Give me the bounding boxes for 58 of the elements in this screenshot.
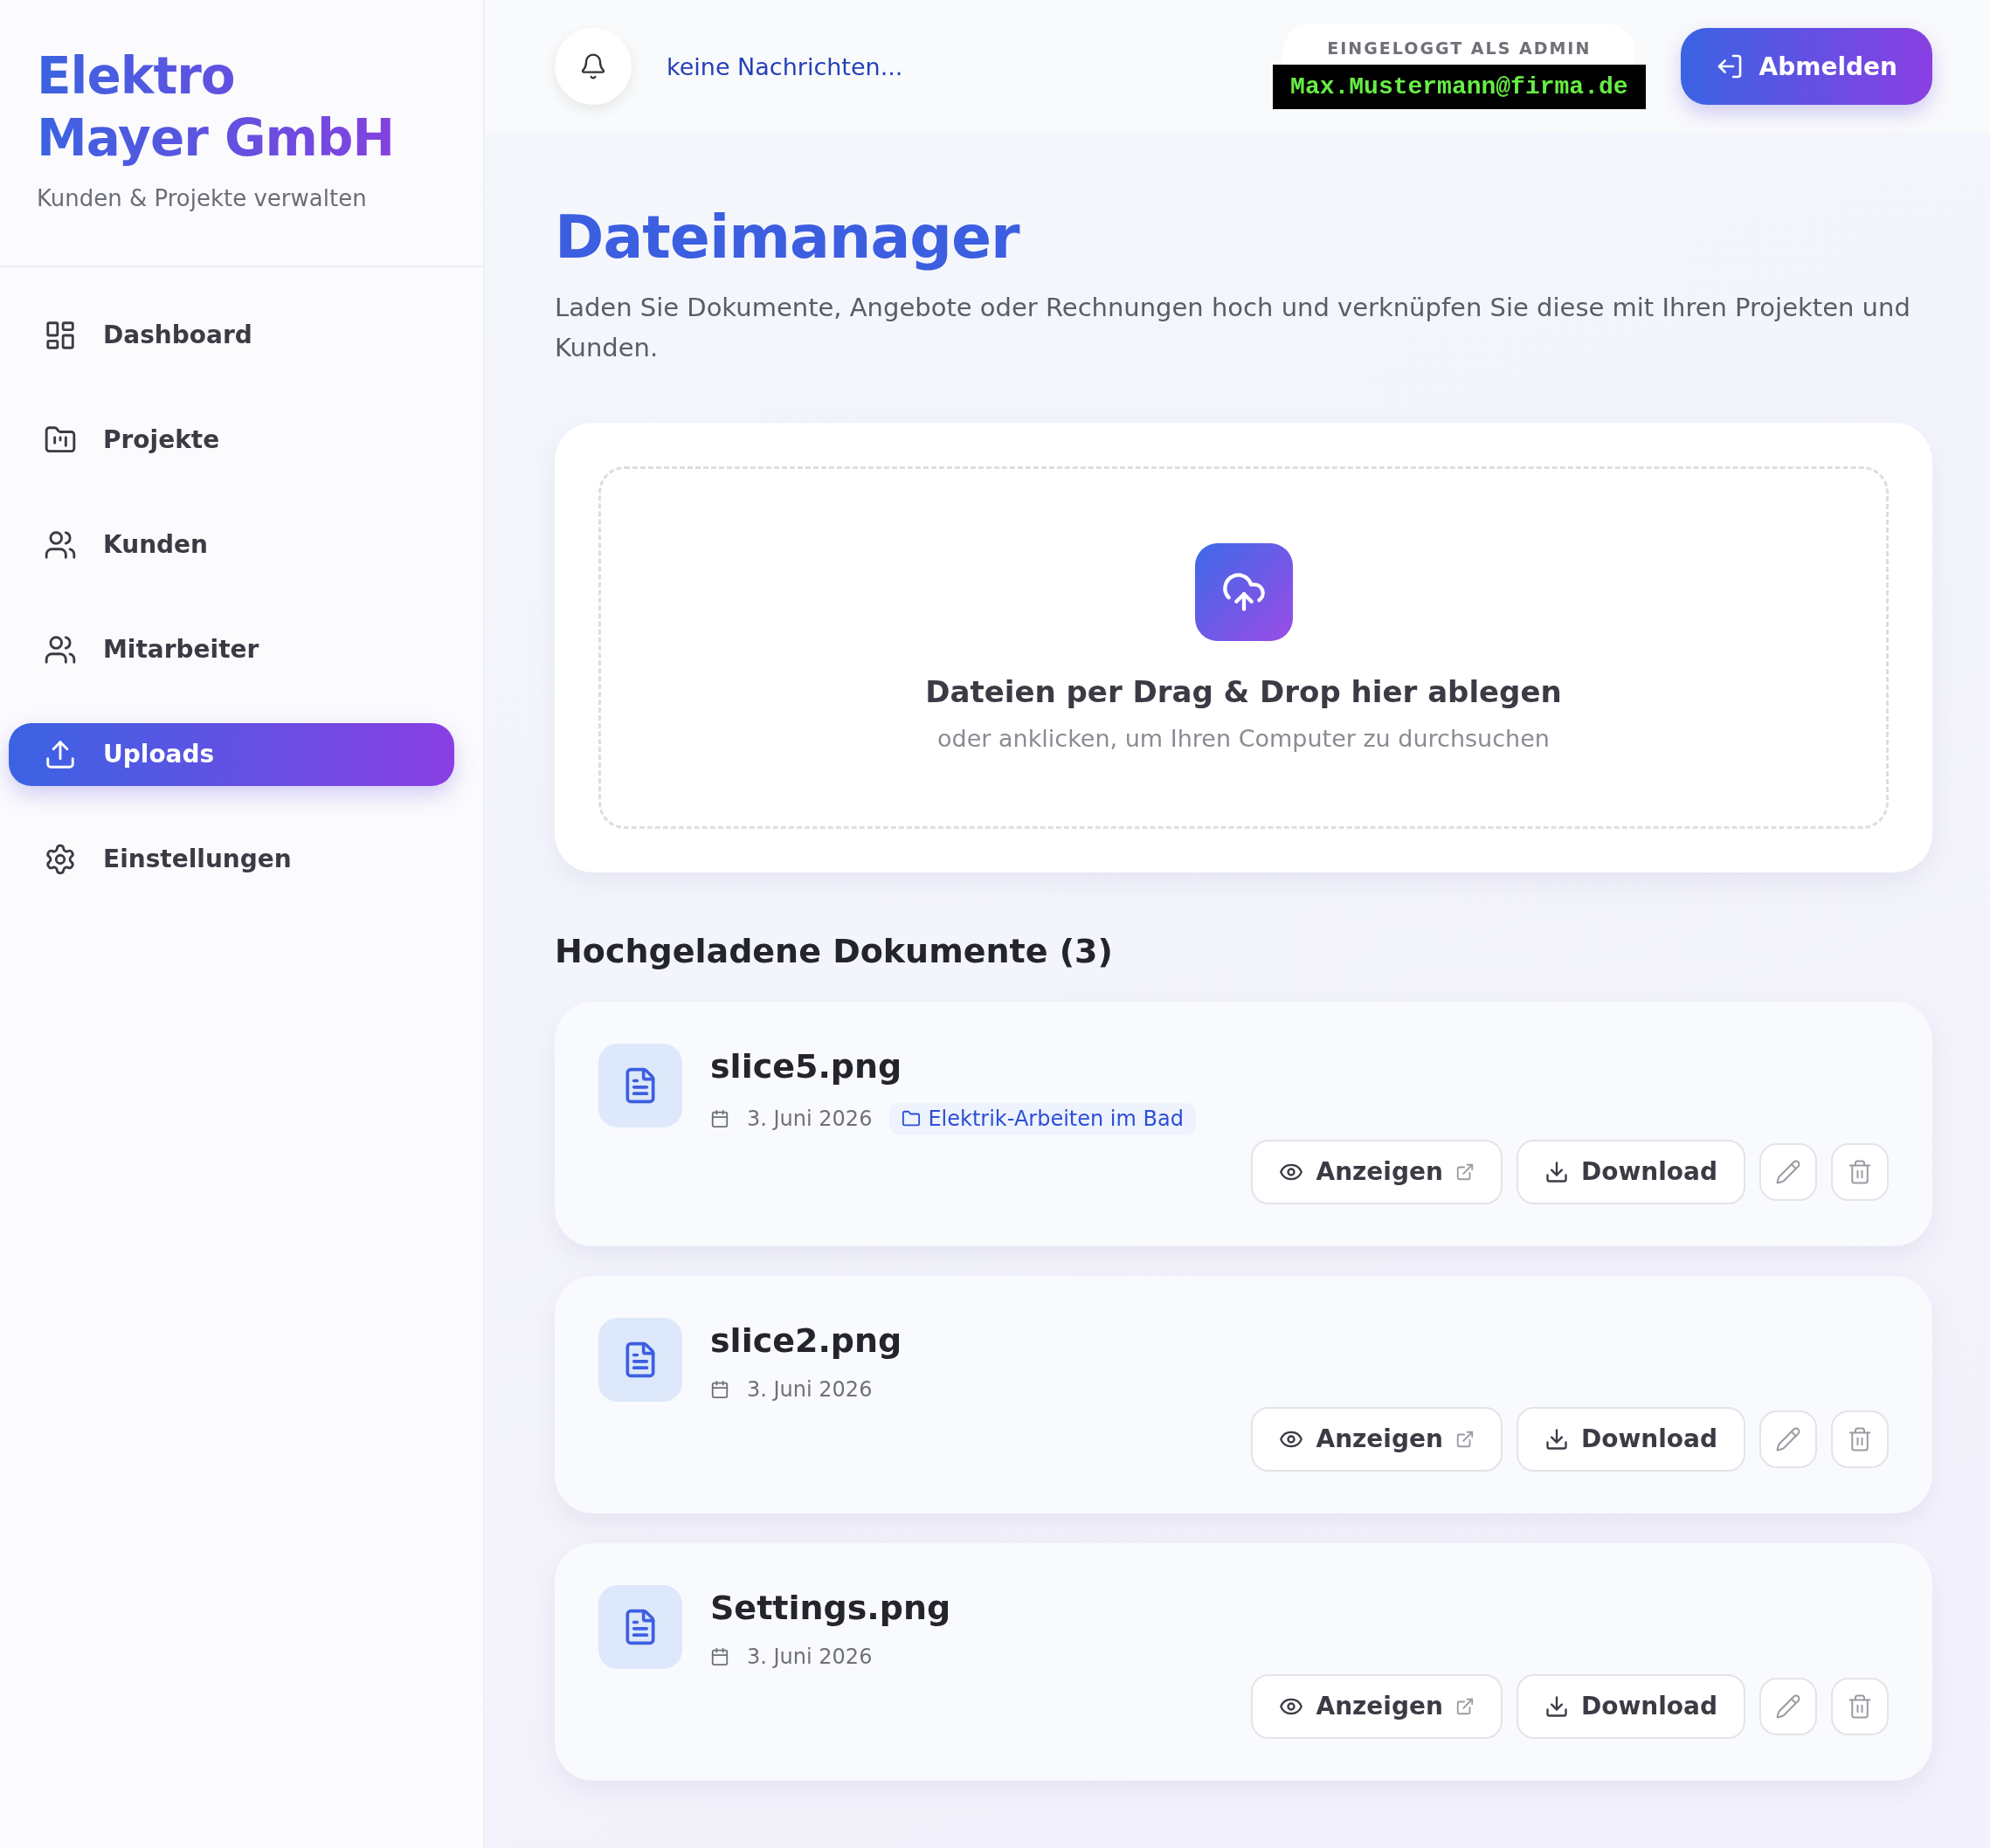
edit-button[interactable] [1759, 1142, 1817, 1201]
external-link-icon [1454, 1162, 1475, 1182]
trash-icon [1847, 1425, 1873, 1452]
edit-button[interactable] [1759, 1677, 1817, 1735]
view-button[interactable]: Anzeigen [1251, 1406, 1503, 1472]
nav-item[interactable]: Uploads [9, 722, 454, 786]
download-icon [1544, 1693, 1569, 1719]
documents-heading: Hochgeladene Dokumente (3) [555, 931, 1114, 970]
pencil-icon [1775, 1158, 1801, 1185]
notification-text: keine Nachrichten... [667, 52, 904, 80]
cloud-upload-icon [1194, 542, 1293, 641]
pencil-icon [1775, 1693, 1801, 1720]
file-icon [598, 1043, 682, 1127]
external-link-icon [1454, 1696, 1475, 1716]
bell-icon [579, 52, 607, 80]
delete-button[interactable] [1831, 1677, 1889, 1735]
download-button[interactable]: Download [1516, 1139, 1745, 1204]
dropzone-hint: oder anklicken, um Ihren Computer zu durchsuchen [937, 724, 1550, 752]
trash-icon [1847, 1158, 1873, 1185]
external-link-icon [1454, 1429, 1475, 1449]
download-button[interactable]: Download [1516, 1673, 1745, 1739]
view-button[interactable]: Anzeigen [1251, 1673, 1503, 1739]
file-name: slice2.png [710, 1320, 903, 1360]
download-icon [1544, 1426, 1569, 1452]
user-email: Max.Mustermann@firma.de [1273, 64, 1646, 109]
nav-item[interactable]: Projekte [9, 408, 454, 472]
page-description: Laden Sie Dokumente, Angebote oder Rechnungen hoch und verknüpfen Sie diese mit Ihren Projekten und Kunden. [555, 292, 1911, 365]
download-button[interactable]: Download [1516, 1406, 1745, 1472]
view-button[interactable]: Anzeigen [1251, 1139, 1503, 1204]
calendar-icon [710, 1379, 729, 1399]
logout-button[interactable]: Abmelden [1680, 28, 1932, 105]
nav-item[interactable]: Dashboard [9, 303, 454, 367]
pencil-icon [1775, 1425, 1801, 1452]
trash-icon [1847, 1693, 1873, 1720]
nav-item[interactable]: Mitarbeiter [9, 617, 454, 681]
download-icon [1544, 1159, 1569, 1184]
file-icon [598, 1317, 682, 1402]
upload-date: 3. Juni 2026 [747, 1376, 873, 1402]
nav-item[interactable]: Kunden [9, 513, 454, 576]
gear-icon [44, 842, 77, 876]
project-tag[interactable]: Elektrik-Arbeiten im Bad [889, 1102, 1196, 1134]
file-name: slice5.png [710, 1046, 903, 1086]
file-icon [598, 1584, 682, 1669]
upload-date: 3. Juni 2026 [747, 1644, 873, 1669]
upload-date: 3. Juni 2026 [747, 1106, 873, 1131]
calendar-icon [710, 1108, 729, 1128]
delete-button[interactable] [1831, 1142, 1889, 1201]
file-name: Settings.png [710, 1588, 952, 1627]
page-title: Dateimanager [555, 203, 1021, 272]
folder-icon [902, 1108, 922, 1128]
calendar-icon [710, 1646, 729, 1666]
delete-button[interactable] [1831, 1410, 1889, 1468]
nav-item[interactable]: Einstellungen [9, 827, 454, 891]
dropzone[interactable]: Dateien per Drag & Drop hier ablegen oder anklicken, um Ihren Computer zu durchsuchen [598, 465, 1889, 829]
dropzone-title: Dateien per Drag & Drop hier ablegen [925, 673, 1562, 709]
brand-tagline: Kunden & Projekte verwalten [37, 184, 368, 211]
login-label: EINGELOGGT ALS ADMIN [1283, 24, 1635, 65]
edit-button[interactable] [1759, 1410, 1817, 1468]
